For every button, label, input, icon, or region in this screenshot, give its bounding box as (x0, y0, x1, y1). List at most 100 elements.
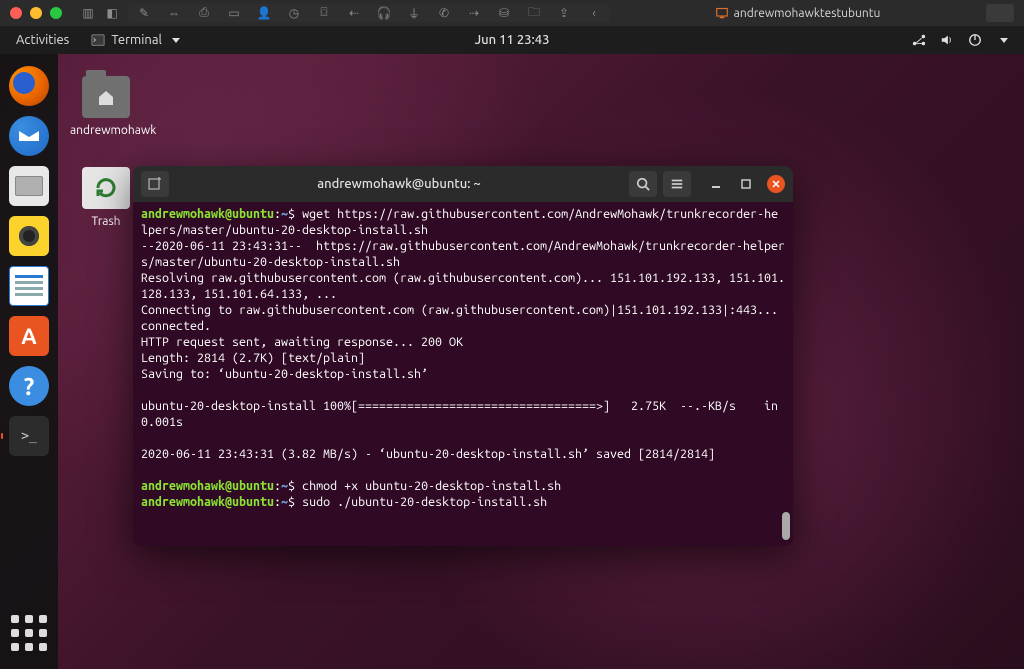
dock-help[interactable]: ? (7, 364, 51, 408)
traffic-lights (10, 7, 62, 19)
host-toolbar: ✎ ⇔ ⎙ ▭ 👤 ◷ ⌼ ⇠ 🎧 ⏚ ✆ ⇢ ⛁ 🗀 ⇪ ‹ (128, 4, 610, 22)
terminal-window: andrewmohawk@ubuntu: ~ andrewmohawk@ubun… (133, 166, 793, 546)
window-maximize-button[interactable] (737, 175, 755, 193)
folder-icon[interactable]: 🗀 (524, 4, 544, 22)
power-icon (968, 33, 982, 47)
library-icon[interactable]: ◧ (102, 4, 122, 22)
desktop-icon-label: Trash (70, 215, 142, 228)
app-menu[interactable]: Terminal (83, 33, 188, 47)
resize-icon[interactable]: ⇔ (164, 4, 184, 22)
desktop-trash[interactable]: Trash (70, 167, 142, 228)
prompt-colon: : (274, 495, 281, 509)
dock-software[interactable]: A (7, 314, 51, 358)
prompt-path: ~ (281, 207, 288, 221)
search-button[interactable] (629, 171, 657, 197)
writer-icon (9, 266, 49, 306)
output-line: Resolving raw.githubusercontent.com (raw… (141, 271, 785, 301)
activities-button[interactable]: Activities (10, 33, 75, 47)
prompt-symbol: $ (288, 479, 295, 493)
prompt-user: andrewmohawk@ubuntu (141, 495, 274, 509)
dock-thunderbird[interactable] (7, 114, 51, 158)
dock-terminal[interactable]: >_ (7, 414, 51, 458)
prompt-user: andrewmohawk@ubuntu (141, 207, 274, 221)
phone-icon[interactable]: ✆ (434, 4, 454, 22)
software-icon: A (9, 316, 49, 356)
back-icon[interactable]: ⇠ (344, 4, 364, 22)
minimize-icon (710, 178, 722, 190)
person-icon[interactable]: 👤 (254, 4, 274, 22)
usb-icon[interactable]: ⏚ (404, 4, 424, 22)
firefox-icon (9, 66, 49, 106)
host-window-title: andrewmohawktestubuntu (610, 7, 986, 20)
output-line: 2020-06-11 23:43:31 (3.82 MB/s) - ‘ubunt… (141, 447, 715, 461)
output-line: Length: 2814 (2.7K) [text/plain] (141, 351, 365, 365)
search-icon (636, 177, 650, 191)
menu-button[interactable] (663, 171, 691, 197)
clock[interactable]: Jun 11 23:43 (475, 33, 550, 47)
terminal-titlebar[interactable]: andrewmohawk@ubuntu: ~ (133, 166, 793, 202)
new-tab-button[interactable] (141, 171, 169, 197)
terminal-icon (91, 33, 105, 47)
volume-icon (940, 33, 954, 47)
export-icon[interactable]: ⇪ (554, 4, 574, 22)
dock-libreoffice-writer[interactable] (7, 264, 51, 308)
command-text: sudo ./ubuntu-20-desktop-install.sh (302, 495, 547, 509)
dock-firefox[interactable] (7, 64, 51, 108)
dock-show-apps[interactable] (7, 611, 51, 655)
host-view-buttons: ▥ ◧ (78, 4, 122, 22)
output-line: HTTP request sent, awaiting response... … (141, 335, 463, 349)
prompt-colon: : (274, 479, 281, 493)
rhythmbox-icon (9, 216, 49, 256)
pin-icon[interactable]: ✎ (134, 4, 154, 22)
chevron-down-icon (1000, 38, 1008, 43)
prompt-path: ~ (281, 479, 288, 493)
desktop-icons: andrewmohawk Trash (70, 76, 142, 228)
chevron-down-icon (172, 38, 180, 43)
close-icon (771, 179, 781, 189)
system-tray[interactable] (912, 33, 1014, 47)
prompt-colon: : (274, 207, 281, 221)
headphones-icon[interactable]: 🎧 (374, 4, 394, 22)
terminal-icon: >_ (9, 416, 49, 456)
sidebar-toggle-icon[interactable]: ▥ (78, 4, 98, 22)
dock-rhythmbox[interactable] (7, 214, 51, 258)
dock-files[interactable] (7, 164, 51, 208)
ubuntu-desktop: Activities Terminal Jun 11 23:43 A ? >_ (0, 26, 1024, 669)
prompt-symbol: $ (288, 207, 295, 221)
prompt-symbol: $ (288, 495, 295, 509)
window-close-button[interactable] (767, 175, 785, 193)
desktop-home-folder[interactable]: andrewmohawk (70, 76, 142, 137)
terminal-title: andrewmohawk@ubuntu: ~ (177, 177, 621, 191)
host-maximize-button[interactable] (50, 7, 62, 19)
apps-grid-icon (11, 615, 47, 651)
host-close-button[interactable] (10, 7, 22, 19)
files-icon (9, 166, 49, 206)
gnome-top-bar: Activities Terminal Jun 11 23:43 (0, 26, 1024, 54)
host-minimize-button[interactable] (30, 7, 42, 19)
prompt-path: ~ (281, 495, 288, 509)
home-icon (96, 87, 116, 107)
command-text: chmod +x ubuntu-20-desktop-install.sh (302, 479, 561, 493)
host-right-button[interactable] (986, 4, 1014, 22)
card-icon[interactable]: ▭ (224, 4, 244, 22)
hamburger-icon (670, 177, 684, 191)
help-icon: ? (9, 366, 49, 406)
output-line: --2020-06-11 23:43:31-- https://raw.gith… (141, 239, 785, 269)
output-line: Connecting to raw.githubusercontent.com … (141, 303, 785, 333)
camera-icon[interactable]: ⌼ (314, 4, 334, 22)
chevron-left-icon[interactable]: ‹ (584, 4, 604, 22)
terminal-scrollbar[interactable] (782, 512, 790, 540)
next-icon[interactable]: ⇢ (464, 4, 484, 22)
clock-icon[interactable]: ◷ (284, 4, 304, 22)
thunderbird-icon (9, 116, 49, 156)
prompt-user: andrewmohawk@ubuntu (141, 479, 274, 493)
maximize-icon (740, 178, 752, 190)
network-icon (912, 33, 926, 47)
home-folder-icon (82, 76, 130, 118)
print-icon[interactable]: ⎙ (194, 4, 214, 22)
window-minimize-button[interactable] (707, 175, 725, 193)
desktop-icon-label: andrewmohawk (70, 124, 142, 137)
disk-icon[interactable]: ⛁ (494, 4, 514, 22)
plus-tab-icon (147, 176, 163, 192)
terminal-body[interactable]: andrewmohawk@ubuntu:~$ wget https://raw.… (133, 202, 793, 546)
